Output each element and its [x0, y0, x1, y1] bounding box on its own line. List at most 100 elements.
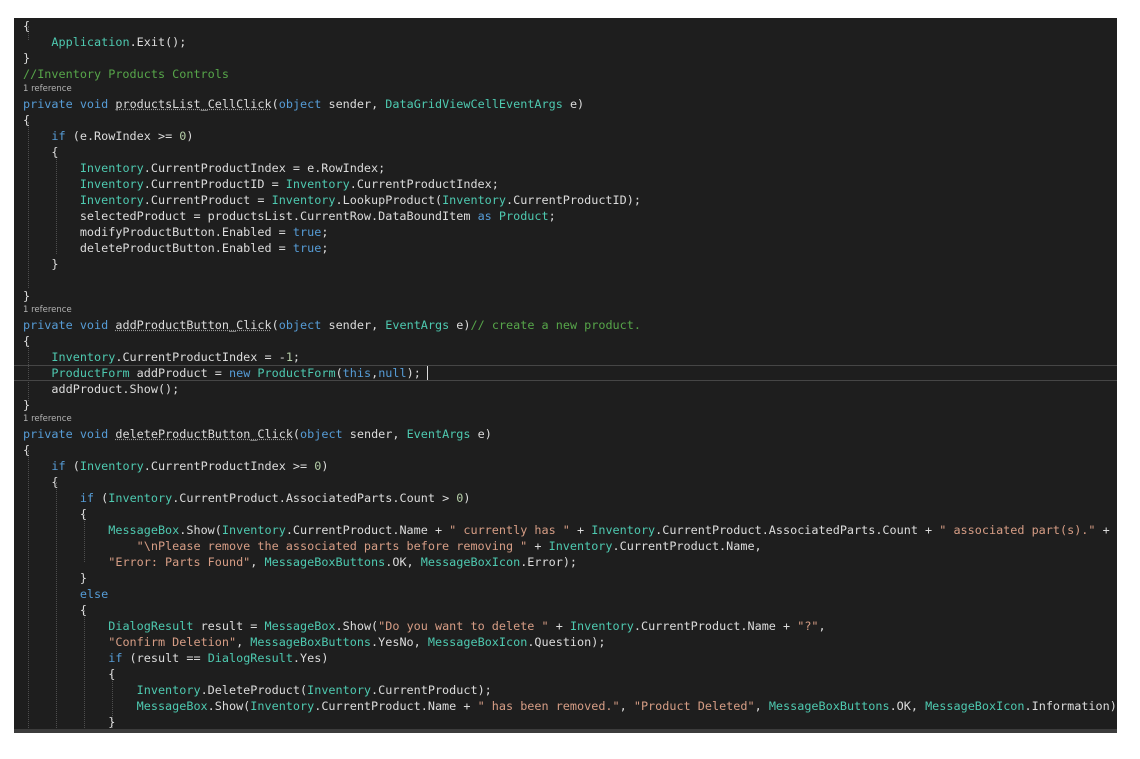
code-line[interactable]: { — [14, 506, 1117, 522]
code-token: e) — [470, 427, 492, 441]
code-token: .Information); — [1024, 699, 1117, 713]
code-line[interactable]: modifyProductButton.Enabled = true; — [14, 224, 1117, 240]
code-line[interactable]: else — [14, 586, 1117, 602]
code-line[interactable]: } — [14, 288, 1117, 304]
code-token: { — [23, 113, 31, 127]
codelens-reference-count[interactable]: 1 reference — [14, 414, 1117, 425]
type-token: Inventory — [548, 539, 613, 553]
code-line[interactable]: Inventory.CurrentProductIndex = -1; — [14, 349, 1117, 365]
code-line[interactable]: //Inventory Products Controls — [14, 66, 1117, 82]
code-line[interactable]: "\nPlease remove the associated parts be… — [14, 538, 1117, 554]
method-name: productsList_CellClick — [115, 97, 272, 111]
code-line[interactable]: "Error: Parts Found", MessageBoxButtons.… — [14, 554, 1117, 570]
code-line[interactable]: "Confirm Deletion", MessageBoxButtons.Ye… — [14, 634, 1117, 650]
code-token: .Exit(); — [129, 35, 187, 49]
code-token: .DeleteProduct( — [200, 683, 308, 697]
type-token: ProductForm — [257, 366, 336, 380]
code-line[interactable]: addProduct.Show(); — [14, 381, 1117, 397]
code-line[interactable]: } — [14, 570, 1117, 586]
method-name: deleteProductButton_Click — [115, 427, 293, 441]
code-line[interactable]: Inventory.CurrentProductID = Inventory.C… — [14, 176, 1117, 192]
codelens-reference-count[interactable]: 1 reference — [14, 84, 1117, 95]
code-line[interactable]: if (Inventory.CurrentProduct.AssociatedP… — [14, 490, 1117, 506]
code-line[interactable]: ProductForm addProduct = new ProductForm… — [14, 365, 1117, 381]
code-token: } — [23, 571, 87, 585]
code-token: .Question); — [527, 635, 606, 649]
code-token: .CurrentProduct.AssociatedParts.Count + — [655, 523, 940, 537]
code-token: .CurrentProduct.Name, — [612, 539, 762, 553]
code-line[interactable]: MessageBox.Show(Inventory.CurrentProduct… — [14, 698, 1117, 714]
code-line[interactable]: private void productsList_CellClick(obje… — [14, 96, 1117, 112]
code-line[interactable]: { — [14, 144, 1117, 160]
code-token: .Yes) — [292, 651, 329, 665]
keyword-token: object — [278, 97, 322, 111]
code-token: selectedProduct = productsList.CurrentRo… — [23, 209, 478, 223]
type-token: Inventory — [591, 523, 656, 537]
code-line[interactable]: Inventory.DeleteProduct(Inventory.Curren… — [14, 682, 1117, 698]
type-token: Inventory — [79, 161, 144, 175]
code-line[interactable]: } — [14, 714, 1117, 730]
code-token: ) — [463, 491, 471, 505]
code-token: ( — [271, 97, 279, 111]
string-token: "Confirm Deletion" — [108, 635, 237, 649]
code-token: ( — [94, 491, 109, 505]
code-token: .CurrentProduct.Name + — [633, 619, 798, 633]
code-line[interactable]: if (e.RowIndex >= 0) — [14, 128, 1117, 144]
type-token: MessageBoxButtons — [768, 699, 890, 713]
type-token: MessageBoxIcon — [925, 699, 1025, 713]
code-editor[interactable]: { Application.Exit();} //Inventory Produc… — [14, 18, 1117, 732]
code-line[interactable]: MessageBox.Show(Inventory.CurrentProduct… — [14, 522, 1117, 538]
code-token: , — [236, 635, 251, 649]
code-line[interactable]: deleteProductButton.Enabled = true; — [14, 240, 1117, 256]
codelens-reference-count[interactable]: 1 reference — [14, 305, 1117, 316]
type-token: DialogResult — [108, 619, 194, 633]
code-token: sender, — [321, 97, 386, 111]
type-token: MessageBox — [264, 619, 336, 633]
code-line[interactable]: { — [14, 442, 1117, 458]
code-line[interactable]: DialogResult result = MessageBox.Show("D… — [14, 618, 1117, 634]
code-token: .CurrentProductID); — [505, 193, 641, 207]
code-token: sender, — [321, 318, 386, 332]
code-line[interactable]: private void deleteProductButton_Click(o… — [14, 426, 1117, 442]
code-line[interactable]: } — [14, 397, 1117, 413]
code-line[interactable]: Inventory.CurrentProductIndex = e.RowInd… — [14, 160, 1117, 176]
code-token: ; — [548, 209, 556, 223]
code-line[interactable]: if (Inventory.CurrentProductIndex >= 0) — [14, 458, 1117, 474]
keyword-token: private — [23, 318, 73, 332]
code-token: ) — [321, 459, 329, 473]
code-token: ( — [335, 366, 343, 380]
code-line[interactable]: private void addProductButton_Click(obje… — [14, 317, 1117, 333]
type-token: Inventory — [79, 177, 144, 191]
type-token: Inventory — [51, 350, 116, 364]
type-token: MessageBoxIcon — [427, 635, 528, 649]
type-token: Inventory — [285, 177, 350, 191]
keyword-token: void — [79, 97, 109, 111]
keyword-token: if — [79, 491, 95, 505]
code-line[interactable]: { — [14, 18, 1117, 34]
code-line[interactable]: { — [14, 666, 1117, 682]
code-line[interactable]: { — [14, 602, 1117, 618]
code-line[interactable]: Inventory.CurrentProduct = Inventory.Loo… — [14, 192, 1117, 208]
code-line[interactable]: if (result == DialogResult.Yes) — [14, 650, 1117, 666]
code-token: } — [23, 398, 31, 412]
code-line[interactable]: selectedProduct = productsList.CurrentRo… — [14, 208, 1117, 224]
code-token: ) — [186, 129, 194, 143]
code-line[interactable]: } — [14, 256, 1117, 272]
code-line[interactable]: { — [14, 333, 1117, 349]
code-line[interactable]: Application.Exit(); — [14, 34, 1117, 50]
code-line[interactable]: { — [14, 112, 1117, 128]
type-token: Inventory — [136, 683, 201, 697]
code-token: .OK, — [385, 555, 421, 569]
code-line[interactable]: { — [14, 474, 1117, 490]
code-token: .YesNo, — [371, 635, 428, 649]
code-token: .Error); — [520, 555, 578, 569]
code-token: + — [548, 619, 570, 633]
code-line[interactable]: } — [14, 50, 1117, 66]
